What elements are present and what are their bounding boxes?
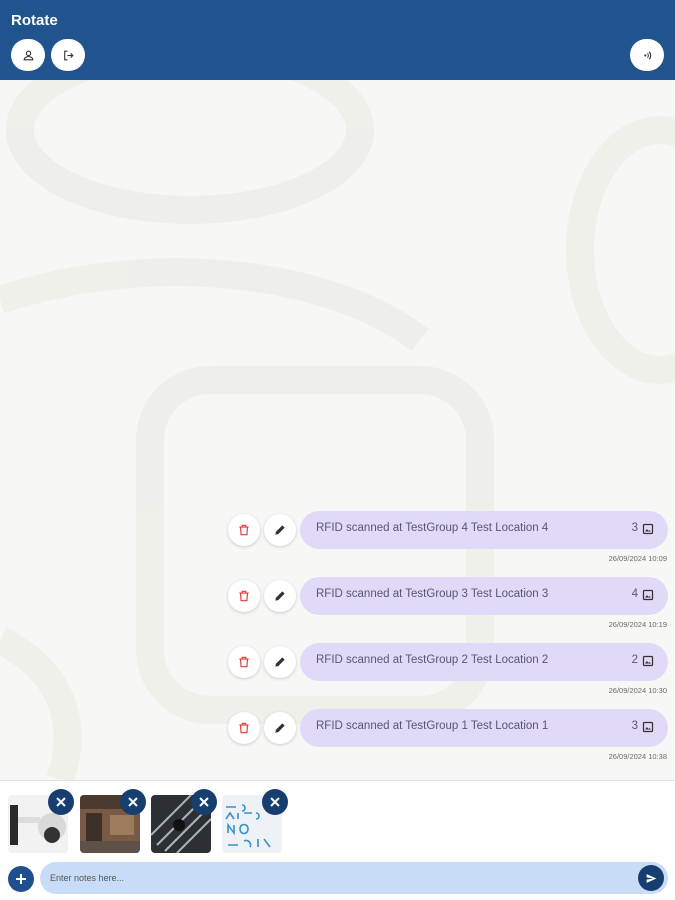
logout-button[interactable]	[51, 39, 85, 71]
image-count: 3	[631, 720, 638, 732]
image-icon	[642, 523, 654, 535]
image-icon	[642, 589, 654, 601]
composer	[0, 780, 675, 900]
close-icon	[270, 797, 280, 807]
trash-icon	[239, 590, 249, 602]
remove-attachment-button[interactable]	[262, 789, 288, 815]
add-attachment-button[interactable]	[8, 866, 34, 892]
message-timestamp: 26/09/2024 10:19	[608, 620, 667, 629]
send-button[interactable]	[638, 865, 664, 891]
app-title: Rotate	[11, 12, 58, 29]
message-row: RFID scanned at TestGroup 3 Test Locatio…	[0, 574, 675, 634]
message-bubble[interactable]: RFID scanned at TestGroup 3 Test Locatio…	[300, 577, 668, 615]
nfc-icon	[643, 50, 651, 60]
edit-button[interactable]	[264, 514, 296, 546]
image-count: 4	[631, 588, 638, 600]
pencil-icon	[275, 591, 285, 601]
image-count: 3	[631, 522, 638, 534]
notes-field[interactable]	[40, 862, 668, 894]
delete-button[interactable]	[228, 580, 260, 612]
edit-button[interactable]	[264, 580, 296, 612]
nfc-scan-button[interactable]	[630, 39, 664, 71]
trash-icon	[239, 722, 249, 734]
image-icon	[642, 655, 654, 667]
message-row: RFID scanned at TestGroup 4 Test Locatio…	[0, 508, 675, 568]
message-bubble[interactable]: RFID scanned at TestGroup 2 Test Locatio…	[300, 643, 668, 681]
message-bubble[interactable]: RFID scanned at TestGroup 4 Test Locatio…	[300, 511, 668, 549]
notes-input[interactable]	[50, 868, 630, 888]
message-bubble[interactable]: RFID scanned at TestGroup 1 Test Locatio…	[300, 709, 668, 747]
pencil-icon	[275, 723, 285, 733]
message-row: RFID scanned at TestGroup 2 Test Locatio…	[0, 640, 675, 700]
logout-icon	[63, 50, 74, 60]
message-text: RFID scanned at TestGroup 3 Test Locatio…	[316, 588, 549, 600]
message-text: RFID scanned at TestGroup 4 Test Locatio…	[316, 522, 549, 534]
edit-button[interactable]	[264, 712, 296, 744]
image-icon	[642, 721, 654, 733]
person-icon	[23, 50, 33, 60]
close-icon	[56, 797, 66, 807]
delete-button[interactable]	[228, 712, 260, 744]
message-text: RFID scanned at TestGroup 1 Test Locatio…	[316, 720, 549, 732]
message-timestamp: 26/09/2024 10:30	[608, 686, 667, 695]
plus-icon	[16, 874, 26, 884]
delete-button[interactable]	[228, 514, 260, 546]
remove-attachment-button[interactable]	[191, 789, 217, 815]
remove-attachment-button[interactable]	[48, 789, 74, 815]
delete-button[interactable]	[228, 646, 260, 678]
message-text: RFID scanned at TestGroup 2 Test Locatio…	[316, 654, 549, 666]
trash-icon	[239, 524, 249, 536]
trash-icon	[239, 656, 249, 668]
profile-button[interactable]	[11, 39, 45, 71]
send-icon	[646, 873, 656, 883]
remove-attachment-button[interactable]	[120, 789, 146, 815]
close-icon	[199, 797, 209, 807]
app-header: Rotate	[0, 0, 675, 80]
pencil-icon	[275, 525, 285, 535]
message-row: RFID scanned at TestGroup 1 Test Locatio…	[0, 706, 675, 766]
edit-button[interactable]	[264, 646, 296, 678]
message-timestamp: 26/09/2024 10:38	[608, 752, 667, 761]
image-count: 2	[631, 654, 638, 666]
message-timestamp: 26/09/2024 10:09	[608, 554, 667, 563]
message-list[interactable]: RFID scanned at TestGroup 4 Test Locatio…	[0, 80, 675, 780]
close-icon	[128, 797, 138, 807]
pencil-icon	[275, 657, 285, 667]
